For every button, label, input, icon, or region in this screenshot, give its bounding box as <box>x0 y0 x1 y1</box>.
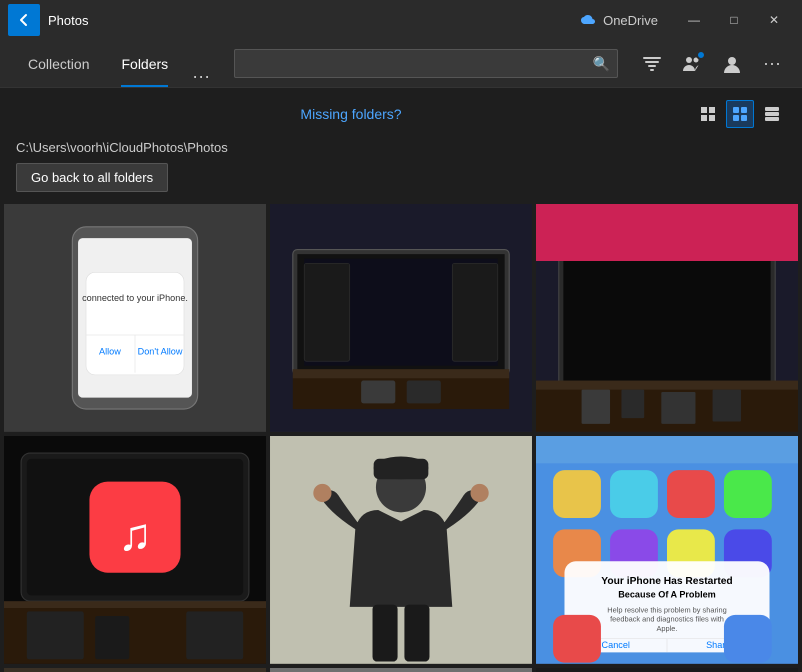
large-grid-icon <box>765 107 779 121</box>
tab-collection[interactable]: Collection <box>12 40 105 87</box>
photo-item-9[interactable] <box>536 668 798 672</box>
maximize-button[interactable]: □ <box>714 4 754 36</box>
svg-text:Because Of A Problem: Because Of A Problem <box>618 590 716 600</box>
medium-grid-icon <box>733 107 747 121</box>
small-grid-button[interactable] <box>694 100 722 128</box>
app-title: Photos <box>48 13 577 28</box>
minimize-button[interactable]: — <box>674 4 714 36</box>
onedrive-icon <box>577 13 597 27</box>
photo-item-3[interactable] <box>536 204 798 432</box>
small-grid-icon <box>701 107 715 121</box>
folder-path: C:\Users\voorh\iCloudPhotos\Photos <box>0 136 802 163</box>
photo-item-2[interactable] <box>270 204 532 432</box>
svg-text:Your iPhone Has Restarted: Your iPhone Has Restarted <box>601 576 732 587</box>
svg-text:Allow: Allow <box>99 346 121 356</box>
account-button[interactable] <box>714 46 750 82</box>
medium-grid-button[interactable] <box>726 100 754 128</box>
photo-5-image <box>270 436 532 664</box>
filter-icon <box>643 56 661 72</box>
nav-tabs: Collection Folders ··· <box>12 40 218 87</box>
nav-more-button[interactable]: ··· <box>184 66 218 87</box>
nav-actions: ··· <box>634 46 790 82</box>
title-bar: Photos OneDrive — □ ✕ <box>0 0 802 40</box>
window-controls: — □ ✕ <box>674 4 794 36</box>
svg-text:Don't Allow: Don't Allow <box>138 346 183 356</box>
close-button[interactable]: ✕ <box>754 4 794 36</box>
photo-item-5[interactable] <box>270 436 532 664</box>
more-options-button[interactable]: ··· <box>754 46 790 82</box>
photo-item-4[interactable]: ♫ Apple Music <box>4 436 266 664</box>
tab-folders[interactable]: Folders <box>105 40 184 87</box>
svg-text:Cancel: Cancel <box>602 640 630 650</box>
photo-1-image: connected to your iPhone. Allow Don't Al… <box>4 204 266 432</box>
photo-item-6[interactable]: Your iPhone Has Restarted Because Of A P… <box>536 436 798 664</box>
photo-8-image <box>270 668 532 672</box>
svg-text:Apple.: Apple. <box>657 624 678 633</box>
photo-7-image <box>4 668 266 672</box>
back-to-folders-button[interactable]: Go back to all folders <box>16 163 168 192</box>
account-icon <box>722 54 742 74</box>
search-bar: 🔍 <box>234 49 618 78</box>
main-content: Missing folders? <box>0 88 802 672</box>
onedrive-label: OneDrive <box>603 13 658 28</box>
toolbar: Missing folders? <box>0 88 802 136</box>
photo-9-image <box>536 668 798 672</box>
photo-item-8[interactable] <box>270 668 532 672</box>
filter-button[interactable] <box>634 46 670 82</box>
photo-item-1[interactable]: connected to your iPhone. Allow Don't Al… <box>4 204 266 432</box>
view-toggle <box>694 100 786 128</box>
photo-2-image <box>270 204 532 432</box>
svg-text:feedback and diagnostics files: feedback and diagnostics files with <box>610 614 724 623</box>
nav-bar: Collection Folders ··· 🔍 <box>0 40 802 88</box>
svg-text:♫: ♫ <box>118 509 152 560</box>
search-input[interactable] <box>234 49 618 78</box>
photo-item-7[interactable] <box>4 668 266 672</box>
svg-text:connected to your iPhone.: connected to your iPhone. <box>82 293 188 303</box>
onedrive-area: OneDrive <box>577 13 658 28</box>
large-grid-button[interactable] <box>758 100 786 128</box>
photo-4-image: ♫ Apple Music <box>4 436 266 664</box>
back-button[interactable] <box>8 4 40 36</box>
search-icon[interactable]: 🔍 <box>593 55 610 72</box>
people-badge <box>696 50 706 60</box>
photo-6-image: Your iPhone Has Restarted Because Of A P… <box>536 436 798 664</box>
missing-folders-link[interactable]: Missing folders? <box>300 106 401 122</box>
photo-grid: connected to your iPhone. Allow Don't Al… <box>0 204 802 672</box>
people-button[interactable] <box>674 46 710 82</box>
photo-3-image <box>536 204 798 432</box>
svg-text:Help resolve this problem by s: Help resolve this problem by sharing <box>607 605 727 614</box>
